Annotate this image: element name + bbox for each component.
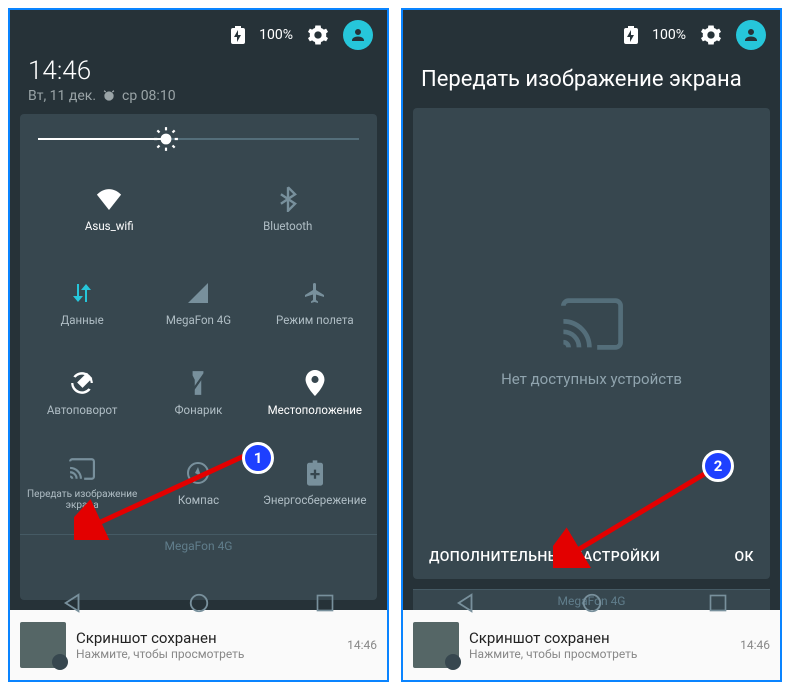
user-avatar-icon[interactable] <box>736 20 766 50</box>
qs-airplane[interactable]: Режим полета <box>257 260 373 346</box>
notif-sub: Нажмите, чтобы просмотреть <box>469 647 730 661</box>
notification[interactable]: Скриншот сохранен Нажмите, чтобы просмот… <box>10 610 387 680</box>
flashlight-icon <box>184 369 212 397</box>
statusbar: 100% <box>403 10 780 56</box>
data-arrows-icon <box>68 279 96 307</box>
qs-bluetooth[interactable]: Bluetooth <box>199 164 378 254</box>
annotation-arrow-2 <box>553 460 721 568</box>
screenshot-thumb-icon <box>20 622 66 668</box>
notif-title: Скриншот сохранен <box>469 629 730 647</box>
annotation-badge-1: 1 <box>242 442 274 474</box>
qs-data[interactable]: Данные <box>24 260 140 346</box>
cast-empty-icon <box>560 298 624 350</box>
phone-left: 100% 14:46 Вт, 11 дек. ср 08:10 <box>8 8 389 682</box>
notif-time: 14:46 <box>740 638 770 652</box>
brightness-slider[interactable] <box>20 114 377 164</box>
time: 14:46 <box>28 56 369 86</box>
battery-saver-icon <box>301 459 329 487</box>
annotation-badge-2: 2 <box>702 450 734 482</box>
airplane-icon <box>301 279 329 307</box>
clock-block: 14:46 Вт, 11 дек. ср 08:10 <box>10 56 387 104</box>
notif-time: 14:46 <box>347 638 377 652</box>
notif-title: Скриншот сохранен <box>76 629 337 647</box>
bluetooth-icon <box>274 185 302 213</box>
battery-pct: 100% <box>259 27 293 43</box>
battery-charging-icon <box>624 26 638 44</box>
screenshot-thumb-icon <box>413 622 459 668</box>
cast-empty-text: Нет доступных устройств <box>501 370 682 388</box>
notification[interactable]: Скриншот сохранен Нажмите, чтобы просмот… <box>403 610 780 680</box>
cast-title: Передать изображение экрана <box>403 56 780 98</box>
settings-icon[interactable] <box>307 24 329 46</box>
phone-right: 100% Передать изображение экрана Нет дос… <box>401 8 782 682</box>
signal-icon <box>184 279 212 307</box>
rotate-icon <box>68 369 96 397</box>
annotation-arrow-1 <box>74 442 254 540</box>
qs-battery-saver[interactable]: Энергосбережение <box>257 440 373 526</box>
user-avatar-icon[interactable] <box>343 20 373 50</box>
qs-location[interactable]: Местоположение <box>257 350 373 436</box>
qs-flashlight[interactable]: Фонарик <box>140 350 256 436</box>
qs-wifi[interactable]: Asus_wifi <box>20 164 199 254</box>
notif-sub: Нажмите, чтобы просмотреть <box>76 647 337 661</box>
battery-pct: 100% <box>652 27 686 43</box>
brightness-thumb[interactable] <box>152 125 180 153</box>
qs-autorotate[interactable]: Автоповорот <box>24 350 140 436</box>
alarm-icon <box>102 89 116 103</box>
location-icon <box>301 369 329 397</box>
statusbar: 100% <box>10 10 387 56</box>
qs-signal[interactable]: MegaFon 4G <box>140 260 256 346</box>
date-line: Вт, 11 дек. ср 08:10 <box>28 88 369 104</box>
settings-icon[interactable] <box>700 24 722 46</box>
wifi-icon <box>95 185 123 213</box>
battery-charging-icon <box>231 26 245 44</box>
ok-button[interactable]: ОК <box>735 549 754 565</box>
carrier-indicator: MegaFon 4G <box>413 589 770 610</box>
